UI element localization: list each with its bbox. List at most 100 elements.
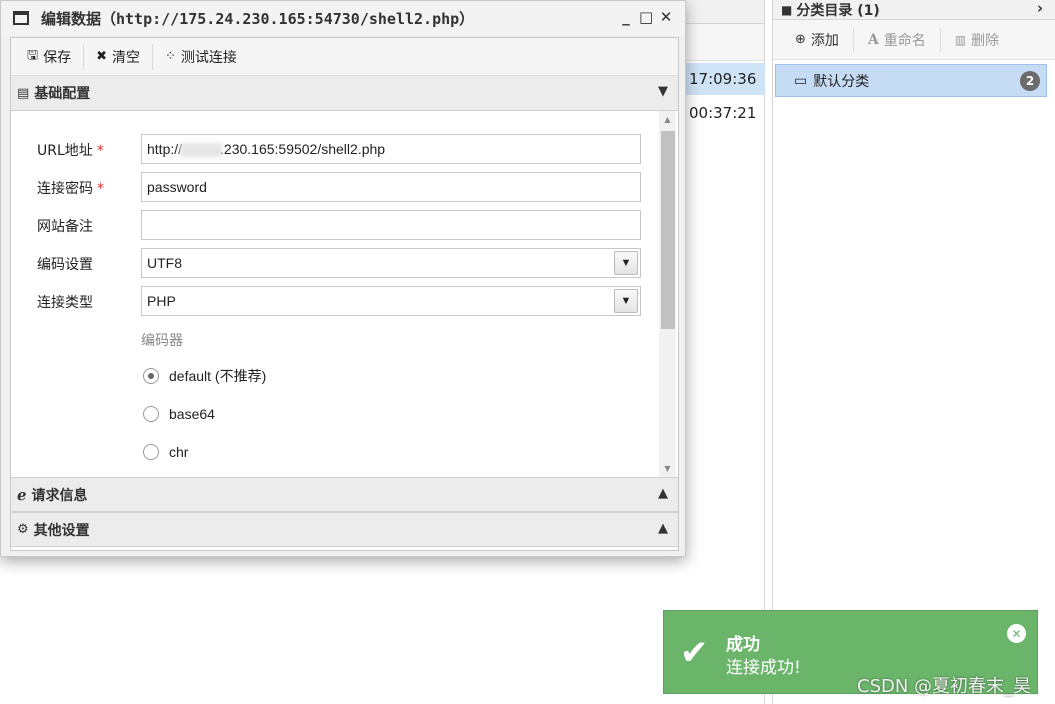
encoder-option-default[interactable]: default (不推荐) <box>143 364 266 388</box>
section-title: 请求信息 <box>31 487 88 504</box>
chevron-down-icon[interactable]: ▼ <box>614 251 638 275</box>
table-row[interactable]: 00:37:21 <box>685 97 765 129</box>
floppy-icon: 🖫 <box>27 47 39 63</box>
toolbar-divider <box>151 43 153 70</box>
data-list-header <box>685 0 764 24</box>
add-label: 添加 <box>810 32 839 49</box>
basic-config-form: URL地址 * http://.230.165:59502/shell2.php … <box>11 111 678 477</box>
note-input[interactable] <box>141 210 641 240</box>
ie-icon: ℯ <box>17 485 27 504</box>
scroll-down-icon[interactable]: ▼ <box>659 460 676 477</box>
watermark: CSDN @夏初春末_昊 <box>857 676 1032 697</box>
folder-open-icon: ▭ <box>794 72 808 89</box>
category-toolbar: ⊕ 添加 A 重命名 ▥ 删除 <box>773 20 1055 60</box>
add-category-button[interactable]: ⊕ 添加 <box>787 27 847 53</box>
type-label: 连接类型 <box>37 295 93 311</box>
minimize-icon[interactable]: _ <box>619 8 633 26</box>
trash-icon: ▥ <box>954 32 967 47</box>
scroll-thumb[interactable] <box>661 131 675 329</box>
redacted-text <box>180 143 223 158</box>
chevron-right-icon[interactable]: › <box>1037 0 1043 17</box>
section-title: 其他设置 <box>33 522 90 539</box>
section-request-info[interactable]: ℯ 请求信息 ▲ <box>11 477 678 512</box>
type-value: PHP <box>147 293 176 309</box>
data-list-toolbar <box>685 24 764 61</box>
chevron-down-icon[interactable]: ▼ <box>658 84 668 99</box>
toast-title: 成功 <box>726 635 760 655</box>
toolbar-divider <box>852 27 854 52</box>
gears-icon: ⚙ <box>17 522 29 537</box>
table-row[interactable]: 17:09:36 <box>685 63 765 95</box>
font-icon: A <box>867 31 879 48</box>
vertical-scrollbar[interactable]: ▲ ▼ <box>659 111 676 477</box>
chevron-down-icon[interactable]: ▼ <box>614 289 638 313</box>
dialog-title: 编辑数据（http://175.24.230.165:54730/shell2.… <box>41 9 475 28</box>
rename-category-button[interactable]: A 重命名 <box>860 27 934 53</box>
encoder-label: 编码器 <box>141 333 183 349</box>
category-title: 分类目录 (1) <box>796 2 880 19</box>
encoding-label: 编码设置 <box>37 257 93 273</box>
row-time: 17:09:36 <box>689 70 757 88</box>
encoder-option-label: default (不推荐) <box>169 368 267 384</box>
encoder-option-label: chr <box>169 444 189 460</box>
note-label: 网站备注 <box>37 219 93 235</box>
type-row: 连接类型 PHP ▼ <box>11 286 651 318</box>
row-time: 00:37:21 <box>689 104 757 122</box>
section-title: 基础配置 <box>34 86 91 102</box>
category-header[interactable]: ■ 分类目录 (1) › <box>773 0 1055 20</box>
count-badge: 2 <box>1020 71 1040 91</box>
spinner-icon: ⁘ <box>164 49 176 64</box>
toolbar-divider <box>939 27 941 52</box>
dialog-titlebar[interactable]: 编辑数据（http://175.24.230.165:54730/shell2.… <box>1 1 685 35</box>
maximize-icon[interactable]: □ <box>639 8 653 26</box>
save-button[interactable]: 🖫 保存 <box>19 43 79 71</box>
encoding-select[interactable]: UTF8 ▼ <box>141 248 641 278</box>
password-label: 连接密码 * <box>37 181 104 197</box>
delete-category-button[interactable]: ▥ 删除 <box>947 27 1007 53</box>
delete-label: 删除 <box>971 32 1000 49</box>
edit-data-dialog: 编辑数据（http://175.24.230.165:54730/shell2.… <box>0 0 686 557</box>
encoding-value: UTF8 <box>147 255 182 271</box>
category-item-label: 默认分类 <box>813 73 870 90</box>
data-list-panel: 17:09:36 00:37:21 <box>685 0 765 704</box>
password-input[interactable]: password <box>141 172 641 202</box>
close-icon[interactable]: ✕ <box>1007 624 1026 643</box>
folder-icon: ■ <box>781 2 793 17</box>
x-icon: ✖ <box>96 49 107 64</box>
dialog-body: 🖫 保存 ✖ 清空 ⁘ 测试连接 ▤ 基础配置 ▼ URL地址 * http://… <box>10 37 679 551</box>
clear-label: 清空 <box>111 49 140 66</box>
url-label: URL地址 * <box>37 143 104 159</box>
file-icon: ▤ <box>17 85 30 101</box>
radio-icon[interactable] <box>143 444 159 460</box>
dialog-toolbar: 🖫 保存 ✖ 清空 ⁘ 测试连接 <box>11 38 678 76</box>
password-row: 连接密码 * password <box>11 172 651 204</box>
section-other-settings[interactable]: ⚙ 其他设置 ▲ <box>11 512 678 547</box>
plus-circle-icon: ⊕ <box>795 32 806 47</box>
test-connection-button[interactable]: ⁘ 测试连接 <box>157 43 245 71</box>
clear-button[interactable]: ✖ 清空 <box>88 43 148 71</box>
url-input[interactable]: http://.230.165:59502/shell2.php <box>141 134 641 164</box>
window-icon <box>13 11 29 25</box>
category-panel: ■ 分类目录 (1) › ⊕ 添加 A 重命名 ▥ 删除 ▭ 默认分类 2 <box>772 0 1055 704</box>
radio-icon[interactable] <box>143 368 159 384</box>
radio-icon[interactable] <box>143 406 159 422</box>
checkmark-icon: ✔ <box>680 633 709 673</box>
chevron-up-icon[interactable]: ▲ <box>658 486 668 501</box>
section-basic-config[interactable]: ▤ 基础配置 ▼ <box>11 76 678 111</box>
rename-label: 重命名 <box>883 32 926 49</box>
note-row: 网站备注 <box>11 210 651 242</box>
category-item[interactable]: ▭ 默认分类 2 <box>775 64 1047 97</box>
save-label: 保存 <box>43 49 72 66</box>
encoder-option-base64[interactable]: base64 <box>143 402 215 426</box>
toolbar-divider <box>83 43 85 70</box>
encoder-option-chr[interactable]: chr <box>143 440 188 464</box>
encoder-option-label: base64 <box>169 406 215 422</box>
test-label: 测试连接 <box>180 49 237 66</box>
chevron-up-icon[interactable]: ▲ <box>658 521 668 536</box>
scroll-up-icon[interactable]: ▲ <box>659 111 676 128</box>
toast-message: 连接成功! <box>726 658 801 678</box>
type-select[interactable]: PHP ▼ <box>141 286 641 316</box>
url-row: URL地址 * http://.230.165:59502/shell2.php <box>11 134 651 166</box>
encoding-row: 编码设置 UTF8 ▼ <box>11 248 651 280</box>
close-icon[interactable]: ✕ <box>659 8 673 26</box>
